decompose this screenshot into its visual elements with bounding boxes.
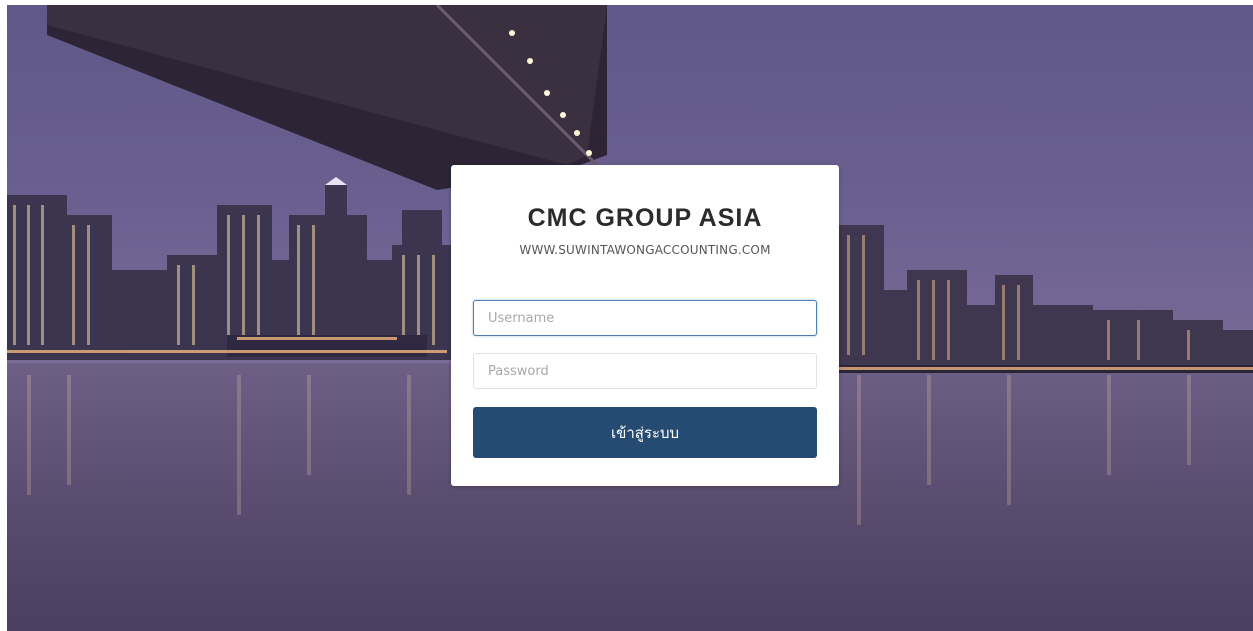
login-button[interactable]: เข้าสู่ระบบ xyxy=(473,407,817,458)
username-input[interactable] xyxy=(473,300,817,336)
company-title: CMC GROUP ASIA xyxy=(527,204,763,232)
login-page: CMC GROUP ASIA WWW.SUWINTAWONGACCOUNTING… xyxy=(7,5,1253,631)
password-input[interactable] xyxy=(473,353,817,389)
company-website: WWW.SUWINTAWONGACCOUNTING.COM xyxy=(519,243,771,257)
login-card: CMC GROUP ASIA WWW.SUWINTAWONGACCOUNTING… xyxy=(451,165,839,486)
